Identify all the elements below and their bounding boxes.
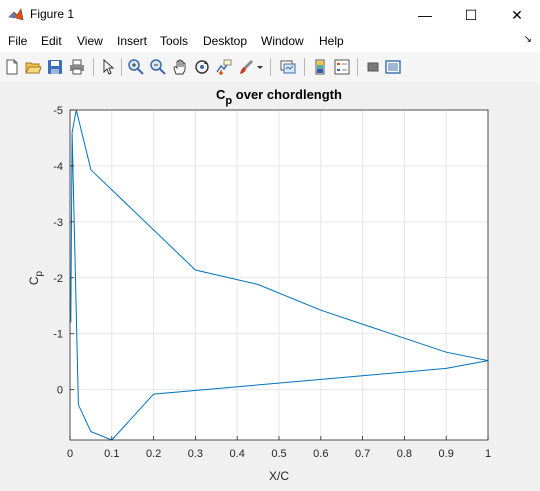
menu-tools[interactable]: Tools: [160, 34, 188, 48]
toolbar-separator: [304, 58, 305, 76]
window-title: Figure 1: [30, 7, 75, 21]
matlab-logo-icon: [8, 8, 24, 21]
cp-chart[interactable]: 0 0.1 0.2 0.3 0.4 0.5 0.6 0.7 0.8 0.9 1 -5 -4 -3 -2 -1 0…: [0, 82, 540, 486]
open-file-icon[interactable]: [24, 58, 42, 76]
pan-hand-icon[interactable]: [171, 58, 189, 76]
rotate-3d-icon[interactable]: [193, 58, 211, 76]
x-tick-label: 0.8: [397, 448, 412, 460]
zoom-out-icon[interactable]: [149, 58, 167, 76]
menu-file[interactable]: File: [8, 34, 27, 48]
x-tick-label: 0: [67, 448, 73, 460]
show-plot-tools-icon[interactable]: [384, 58, 402, 76]
maximize-icon: ☐: [464, 6, 478, 23]
x-tick-label: 0.9: [439, 448, 454, 460]
select-arrow-icon[interactable]: [99, 58, 117, 76]
y-tick-label: -2: [53, 273, 63, 285]
hide-plot-tools-icon[interactable]: [364, 58, 382, 76]
save-icon[interactable]: [46, 58, 64, 76]
x-tick-label: 0.4: [230, 448, 245, 460]
y-axis-label: Cp: [27, 270, 45, 285]
x-tick-label: 0.1: [104, 448, 119, 460]
x-tick-label: 0.3: [188, 448, 203, 460]
insert-legend-icon[interactable]: [333, 58, 351, 76]
y-tick-label: -3: [53, 217, 63, 229]
dock-arrow-icon[interactable]: ↘: [524, 34, 532, 45]
insert-colorbar-icon[interactable]: [311, 58, 329, 76]
x-tick-label: 1: [485, 448, 491, 460]
data-cursor-icon[interactable]: [215, 58, 233, 76]
menu-window[interactable]: Window: [261, 34, 304, 48]
zoom-in-icon[interactable]: [127, 58, 145, 76]
y-tick-label: 0: [57, 385, 63, 397]
brush-icon[interactable]: [237, 58, 255, 76]
chart-title: Cp over chordlength: [216, 87, 342, 107]
menu-desktop[interactable]: Desktop: [203, 34, 247, 48]
toolbar-separator: [357, 58, 358, 76]
brush-dropdown-icon[interactable]: [255, 58, 265, 76]
menu-bar: File Edit View Insert Tools Desktop Wind…: [0, 30, 540, 52]
y-tick-label: -1: [53, 329, 63, 341]
maximize-button[interactable]: ☐: [448, 0, 494, 30]
minimize-button[interactable]: —: [402, 0, 448, 30]
x-tick-label: 0.7: [355, 448, 370, 460]
toolbar-separator: [93, 58, 94, 76]
x-tick-label: 0.2: [146, 448, 161, 460]
y-tick-label: -5: [53, 105, 63, 117]
menu-edit[interactable]: Edit: [41, 34, 62, 48]
toolbar-separator: [121, 58, 122, 76]
figure-area: 0 0.1 0.2 0.3 0.4 0.5 0.6 0.7 0.8 0.9 1 -5 -4 -3 -2 -1 0…: [0, 82, 540, 486]
new-figure-icon[interactable]: [3, 58, 21, 76]
close-button[interactable]: ✕: [494, 0, 540, 30]
menu-help[interactable]: Help: [319, 34, 344, 48]
minimize-icon: —: [418, 7, 432, 23]
x-tick-label: 0.6: [313, 448, 328, 460]
close-icon: ✕: [511, 6, 523, 23]
x-axis-label: X/C: [269, 469, 289, 483]
x-tick-label: 0.5: [271, 448, 286, 460]
y-tick-label: -4: [53, 161, 63, 173]
window-title-bar: Figure 1 — ☐ ✕: [0, 0, 540, 30]
menu-view[interactable]: View: [77, 34, 103, 48]
print-icon[interactable]: [68, 58, 86, 76]
figure-toolbar: [0, 52, 540, 83]
toolbar-separator: [270, 58, 271, 76]
menu-insert[interactable]: Insert: [117, 34, 147, 48]
link-plot-icon[interactable]: [279, 58, 297, 76]
